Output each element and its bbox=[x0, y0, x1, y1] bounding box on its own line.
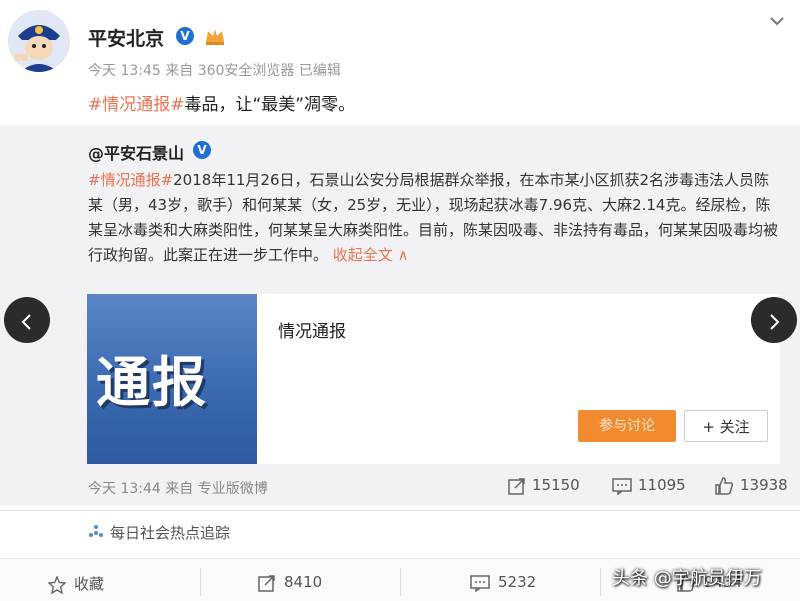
post-meta: 今天 13:45 来自 360安全浏览器 已编辑 bbox=[88, 63, 341, 79]
post-body: 毒品，让“最美”凋零。 bbox=[184, 95, 356, 115]
next-button[interactable] bbox=[751, 297, 797, 343]
repost-icon bbox=[508, 477, 525, 495]
follow-button[interactable]: + 关注 bbox=[684, 410, 768, 442]
comment-count-text: 11095 bbox=[638, 476, 686, 494]
verified-icon: V bbox=[193, 141, 211, 159]
arrow-left-icon bbox=[21, 313, 31, 330]
divider bbox=[600, 568, 601, 596]
bottom-comment-text: 5232 bbox=[498, 573, 537, 591]
original-author[interactable]: @平安石景山 bbox=[88, 140, 184, 164]
divider bbox=[200, 568, 201, 596]
topic-link[interactable]: 每日社会热点追踪 bbox=[88, 522, 230, 543]
hashtag-link[interactable]: #情况通报# bbox=[88, 171, 173, 189]
repost-count-text: 15150 bbox=[532, 476, 580, 494]
topic-text: 每日社会热点追踪 bbox=[110, 524, 231, 542]
comment-icon bbox=[470, 574, 490, 592]
original-body: 2018年11月26日，石景山公安分局根据群众举报，在本市某小区抓获2名涉毒违法… bbox=[88, 171, 779, 264]
card-title[interactable]: 情况通报 bbox=[278, 317, 346, 342]
divider bbox=[400, 568, 401, 596]
card-image-text: 通报 bbox=[96, 351, 208, 414]
collapse-link[interactable]: 收起全文 ∧ bbox=[333, 246, 409, 264]
hashtag-link[interactable]: #情况通报# bbox=[88, 95, 185, 115]
repost-icon bbox=[258, 574, 275, 592]
arrow-right-icon bbox=[770, 313, 780, 330]
original-text: #情况通报#2018年11月26日，石景山公安分局根据群众举报，在本市某小区抓获… bbox=[88, 168, 778, 268]
watermark: 头条 @宇航员伊万 bbox=[612, 568, 762, 589]
favorite-label: 收藏 bbox=[74, 575, 105, 593]
bottom-repost[interactable]: 8410 bbox=[258, 573, 322, 592]
topic-icon bbox=[89, 525, 103, 537]
original-meta: 今天 13:44 来自 专业版微博 bbox=[88, 481, 268, 497]
police-avatar-icon bbox=[8, 10, 70, 72]
discuss-button[interactable]: 参与讨论 bbox=[578, 410, 676, 442]
repost-count[interactable]: 15150 bbox=[508, 476, 580, 495]
divider bbox=[0, 510, 800, 511]
post-text: #情况通报#毒品，让“最美”凋零。 bbox=[88, 90, 355, 115]
star-icon bbox=[47, 574, 67, 594]
bottom-comment[interactable]: 5232 bbox=[470, 573, 536, 592]
verified-icon: V bbox=[176, 27, 194, 45]
bottom-repost-text: 8410 bbox=[284, 573, 323, 591]
crown-icon bbox=[206, 29, 224, 45]
like-icon bbox=[715, 476, 734, 495]
author-name[interactable]: 平安北京 bbox=[88, 24, 164, 51]
prev-button[interactable] bbox=[4, 297, 50, 343]
author-avatar[interactable] bbox=[8, 10, 70, 72]
like-count-text: 13938 bbox=[740, 476, 788, 494]
comment-icon bbox=[612, 477, 632, 495]
comment-count[interactable]: 11095 bbox=[612, 476, 686, 495]
like-count[interactable]: 13938 bbox=[714, 476, 788, 495]
chevron-down-icon[interactable] bbox=[770, 14, 784, 30]
favorite-button[interactable]: 收藏 bbox=[47, 573, 105, 594]
